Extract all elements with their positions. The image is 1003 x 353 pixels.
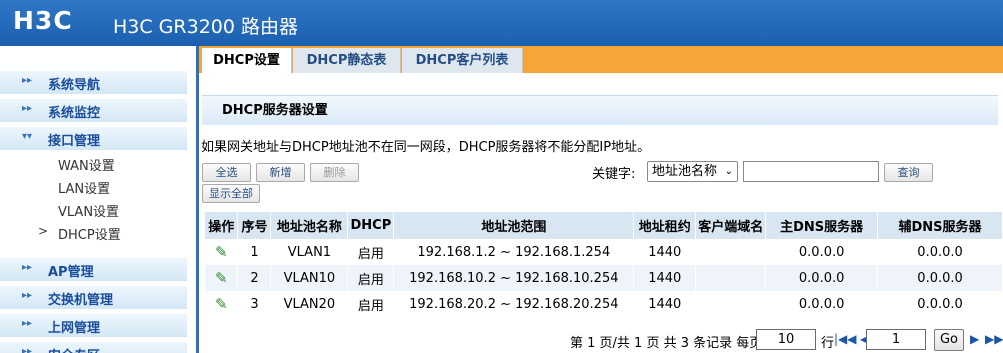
main-content: DHCP服务器设置 如果网关地址与DHCP地址池不在同一网段，DHCP服务器将不… [199,73,1003,353]
sidebar-subitem-lan[interactable]: LAN设置 [58,178,110,197]
double-arrow-icon: ▸▸ [22,262,33,273]
delete-button[interactable]: 删除 [310,163,359,182]
sidebar-item-internet[interactable]: ▸▸ 上网管理 [0,314,187,337]
sidebar-subitem-wan[interactable]: WAN设置 [58,155,115,174]
add-button[interactable]: 新增 [256,163,305,182]
double-arrow-icon: ▸▸ [22,346,33,353]
rows-label: 行 [821,336,835,351]
tab-dhcp-clients[interactable]: DHCP客户列表 [402,48,523,73]
tab-dhcp-static[interactable]: DHCP静态表 [293,48,401,73]
double-arrow-icon: ▸▸ [22,103,33,114]
page-number-input[interactable]: 1 [866,329,926,350]
col-header-lease: 地址租约 [633,212,697,239]
double-arrow-icon: ▸▸ [22,75,33,86]
warning-note: 如果网关地址与DHCP地址池不在同一网段，DHCP服务器将不能分配IP地址。 [201,140,651,155]
table-row: ✎ 2 VLAN10 启用 192.168.10.2 ~ 192.168.10.… [205,265,1003,291]
col-header-range: 地址池范围 [393,212,635,239]
per-page-input[interactable]: 10 [756,329,816,350]
next-page-icon[interactable]: ▶ [970,332,979,346]
panel-title: DHCP服务器设置 [202,95,998,125]
app-header: H3C H3C GR3200 路由器 [0,0,1003,46]
col-header-dhcp: DHCP [347,212,395,239]
pencil-icon[interactable]: ✎ [215,269,228,287]
select-all-button[interactable]: 全选 [202,163,251,182]
dhcp-pool-table: 操作 序号 地址池名称 DHCP 地址池范围 地址租约 客户端域名 主DNS服务… [205,212,1003,317]
tab-dhcp-settings[interactable]: DHCP设置 [202,48,292,73]
pencil-icon[interactable]: ✎ [215,295,228,313]
sidebar: ▸▸ 系统导航 ▸▸ 系统监控 ▾▾ 接口管理 WAN设置 LAN设置 VLAN… [0,46,196,353]
sidebar-item-ap[interactable]: ▸▸ AP管理 [0,258,187,281]
col-header-primary-dns: 主DNS服务器 [765,212,879,239]
table-header-row: 操作 序号 地址池名称 DHCP 地址池范围 地址租约 客户端域名 主DNS服务… [205,212,1003,239]
col-header-seq: 序号 [237,212,272,239]
chevron-down-icon: ⌄ [724,166,733,177]
keyword-input[interactable] [743,161,879,182]
page-title: H3C GR3200 路由器 [113,16,298,38]
keyword-label: 关键字: [592,167,636,182]
keyword-select[interactable]: 地址池名称 ⌄ [647,161,738,182]
pagination-info: 第 1 页/共 1 页 共 3 条记录 每页 [570,336,763,351]
last-page-icon[interactable]: ▶▶ [985,332,1003,346]
tab-bar: DHCP设置 DHCP静态表 DHCP客户列表 [199,46,1003,73]
sidebar-item-interface[interactable]: ▾▾ 接口管理 [0,127,187,150]
table-row: ✎ 1 VLAN1 启用 192.168.1.2 ~ 192.168.1.254… [205,239,1003,265]
col-header-secondary-dns: 辅DNS服务器 [877,212,1003,239]
pencil-icon[interactable]: ✎ [215,243,228,261]
col-header-pool-name: 地址池名称 [270,212,349,239]
col-header-client-domain: 客户端域名 [695,212,767,239]
sidebar-item-navigation[interactable]: ▸▸ 系统导航 [0,71,187,94]
sidebar-item-security[interactable]: ▸▸ 安全专区 [0,342,187,353]
first-page-icon[interactable]: |◀◀ [834,332,857,346]
col-header-action: 操作 [205,212,239,239]
go-button[interactable]: Go [934,329,964,351]
double-arrow-icon: ▸▸ [22,290,33,301]
table-row: ✎ 3 VLAN20 启用 192.168.20.2 ~ 192.168.20.… [205,291,1003,317]
h3c-logo: H3C [13,6,73,35]
show-all-button[interactable]: 显示全部 [202,184,260,203]
sidebar-item-switch[interactable]: ▸▸ 交换机管理 [0,286,187,309]
sidebar-subitem-vlan[interactable]: VLAN设置 [58,201,119,220]
search-button[interactable]: 查询 [884,163,933,182]
double-arrow-icon: ▸▸ [22,318,33,329]
sidebar-item-monitor[interactable]: ▸▸ 系统监控 [0,99,187,122]
sidebar-subitem-dhcp[interactable]: DHCP设置 [38,224,121,243]
expanded-arrow-icon: ▾▾ [22,131,33,142]
